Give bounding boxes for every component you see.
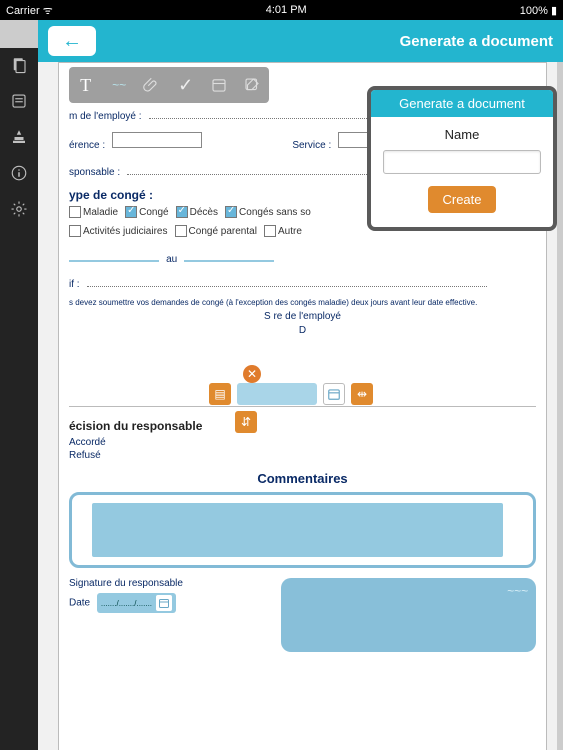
chk-parental[interactable]: Congé parental xyxy=(175,225,257,237)
chk-judiciaire[interactable]: Activités judiciaires xyxy=(69,225,167,237)
stamp-icon[interactable] xyxy=(8,126,30,148)
text-tool-icon[interactable]: T xyxy=(75,74,97,96)
manager-label: sponsable : xyxy=(69,167,120,178)
info-icon[interactable] xyxy=(8,162,30,184)
accorde-label: Accordé xyxy=(69,437,536,448)
align-h-icon[interactable]: ⇹ xyxy=(351,383,373,405)
signature-tool-icon[interactable]: ~~ xyxy=(108,74,130,96)
chk-sans-solde[interactable]: Congés sans so xyxy=(225,206,311,218)
signature-scribble-icon: ~~~ xyxy=(507,584,528,598)
wifi-icon: ᯤ xyxy=(43,5,53,17)
arrow-left-icon: ← xyxy=(62,30,82,53)
comments-title: Commentaires xyxy=(69,471,536,486)
ref-label: érence : xyxy=(69,140,105,151)
battery-label: 100% xyxy=(520,5,548,17)
motif-label: if : xyxy=(69,279,80,290)
text-field-icon: T xyxy=(508,501,525,533)
signature-pad[interactable]: ~~~ xyxy=(281,578,536,652)
check-tool-icon[interactable]: ✓ xyxy=(175,74,197,96)
documents-icon[interactable] xyxy=(8,54,30,76)
carrier-label: Carrier xyxy=(6,5,40,17)
sig-resp-label: Signature du responsable xyxy=(69,578,269,589)
status-bar: Carrier ᯤ 4:01 PM 100% ▮ xyxy=(0,0,563,20)
ref-input[interactable] xyxy=(112,132,202,148)
name-input[interactable] xyxy=(383,150,541,174)
comments-box[interactable]: T xyxy=(69,492,536,568)
calendar-picker-icon[interactable] xyxy=(323,383,345,405)
popover-title: Generate a document xyxy=(371,90,553,117)
date-value: ......./......./....... xyxy=(101,599,152,608)
generate-document-popover: Generate a document Name Create xyxy=(367,86,557,231)
date-from-field[interactable] xyxy=(69,250,159,262)
decision-title: écision du responsable xyxy=(69,419,536,433)
calendar-tool-icon[interactable] xyxy=(208,74,230,96)
name-label: Name xyxy=(383,127,541,142)
back-button[interactable]: ← xyxy=(48,26,96,56)
date-chip[interactable]: ......./......./....... xyxy=(97,593,176,613)
attach-icon[interactable] xyxy=(141,74,163,96)
align-v-icon[interactable]: ⇵ xyxy=(235,411,257,433)
clock: 4:01 PM xyxy=(53,4,520,16)
left-sidebar xyxy=(0,48,38,750)
sig-employee-label: re de l'employé xyxy=(273,311,341,322)
close-badge-icon[interactable]: ✕ xyxy=(243,365,261,383)
field-editor-row: ▤ ⇹ xyxy=(209,383,373,405)
page-title: Generate a document xyxy=(400,33,553,50)
date-to-field[interactable] xyxy=(184,250,274,262)
refuse-label: Refusé xyxy=(69,450,536,461)
annotate-toolbar: T ~~ ✓ xyxy=(69,67,269,103)
chk-autre[interactable]: Autre xyxy=(264,225,302,237)
create-button[interactable]: Create xyxy=(428,186,495,213)
service-label: Service : xyxy=(292,140,331,151)
comments-text-area[interactable] xyxy=(92,503,503,557)
calendar-icon xyxy=(156,595,172,611)
to-label: au xyxy=(166,254,177,265)
date-label: Date xyxy=(69,598,90,609)
chk-conge[interactable]: Congé xyxy=(125,206,168,218)
field-type-icon[interactable]: ▤ xyxy=(209,383,231,405)
chk-deces[interactable]: Décès xyxy=(176,206,218,218)
battery-icon: ▮ xyxy=(551,5,557,17)
submission-note: s devez soumettre vos demandes de congé … xyxy=(69,298,536,307)
top-nav: ← Generate a document xyxy=(38,20,563,62)
list-icon[interactable] xyxy=(8,90,30,112)
compose-tool-icon[interactable] xyxy=(241,74,263,96)
employee-label: m de l'employé : xyxy=(69,111,142,122)
field-preview-chip[interactable] xyxy=(237,383,317,405)
gear-icon[interactable] xyxy=(8,198,30,220)
chk-maladie[interactable]: Maladie xyxy=(69,206,118,218)
